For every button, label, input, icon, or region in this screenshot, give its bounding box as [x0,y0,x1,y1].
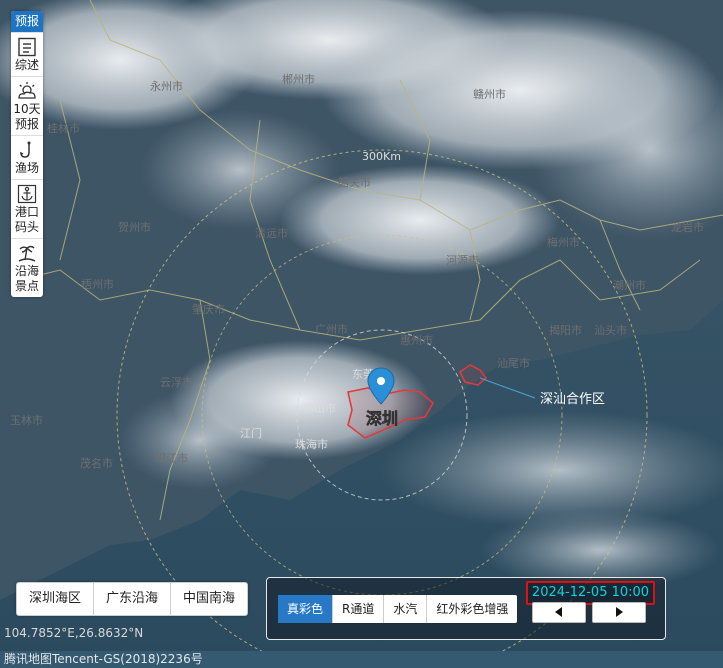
city-label: 汕尾市 [497,356,530,370]
city-label: 茂名市 [80,456,113,470]
shenshan-zone-label: 深汕合作区 [540,392,605,407]
city-label: 郴州市 [282,72,315,86]
city-label: 佛山市 [303,401,336,415]
city-label: 桂林市 [47,121,80,135]
ring-distance-label: 300Km [362,150,401,163]
channel-r[interactable]: R通道 [333,595,385,623]
anchor-icon [17,184,37,204]
city-label: 清远市 [255,226,288,240]
fishing-hook-icon [20,141,31,158]
toolbar-item-label: 综述 [14,58,39,72]
channel-infrared-enhanced[interactable]: 红外彩色增强 [427,595,517,623]
city-label: 阳江市 [155,451,188,465]
city-label: 珠海市 [295,437,328,451]
satellite-channel-panel: 真彩色 R通道 水汽 红外彩色增强 2024-12-05 10:00 [266,577,666,640]
city-label: 韶关市 [338,175,371,189]
city-label: 汕头市 [594,323,627,337]
channel-true-color[interactable]: 真彩色 [278,595,334,623]
area-button-guangdong[interactable]: 广东沿海 [94,583,172,615]
city-label: 潮州市 [613,278,646,292]
city-label: 惠州市 [400,333,433,347]
toolbar-item-label: 港口码头 [14,205,39,234]
city-label: 龙岩市 [671,220,704,234]
city-label: 永州市 [150,79,183,93]
city-label: 梅州市 [547,235,580,249]
city-label: 肇庆市 [192,302,225,316]
city-label: 云浮市 [160,375,193,389]
city-label: 江门 [240,426,262,440]
toolbar-item-overview[interactable]: 综述 [11,32,43,76]
city-label: 赣州市 [473,87,506,101]
toolbar-header: 预报 [11,11,43,32]
city-label: 广州市 [315,322,348,336]
toolbar-item-scenic[interactable]: 沿海景点 [11,238,43,297]
toolbar-item-fishery[interactable]: 渔场 [11,135,43,179]
city-label: 梧州市 [81,277,114,291]
area-button-shenzhen[interactable]: 深圳海区 [17,583,95,615]
toolbar-item-label: 沿海景点 [14,264,39,293]
shenzhen-label: 深圳 [366,409,398,428]
toolbar-item-label: 渔场 [14,161,39,175]
previous-time-button[interactable] [532,602,586,623]
channel-water-vapor[interactable]: 水汽 [384,595,428,623]
satellite-map[interactable]: 永州市 郴州市 赣州市 桂林市 韶关市 贺州市 清远市 河源市 梅州市 龙岩市 … [0,0,723,668]
next-time-button[interactable] [592,602,646,623]
weather-icon [18,82,36,99]
city-label: 揭阳市 [549,323,582,337]
toolbar-item-10day[interactable]: 10天预报 [11,76,43,135]
triangle-left-icon [555,607,562,617]
map-credit: 腾讯地图Tencent-GS(2018)2236号 [0,651,723,668]
sea-area-switcher: 深圳海区 广东沿海 中国南海 [16,582,249,616]
forecast-toolbar: 预报 综述 10天预报 渔场 港口码头 沿海景点 [11,11,43,297]
cursor-coordinates: 104.7852°E,26.8632°N [4,626,144,640]
toolbar-item-port[interactable]: 港口码头 [11,179,43,238]
triangle-right-icon [616,607,623,617]
document-icon [18,37,36,57]
city-label: 玉林市 [10,413,43,427]
beach-icon [18,245,36,262]
city-label: 河源市 [446,253,479,267]
area-button-south-china-sea[interactable]: 中国南海 [171,583,247,615]
city-label: 贺州市 [118,220,151,234]
toolbar-item-label: 10天预报 [13,102,41,131]
channel-tabs: 真彩色 R通道 水汽 红外彩色增强 [278,595,518,623]
